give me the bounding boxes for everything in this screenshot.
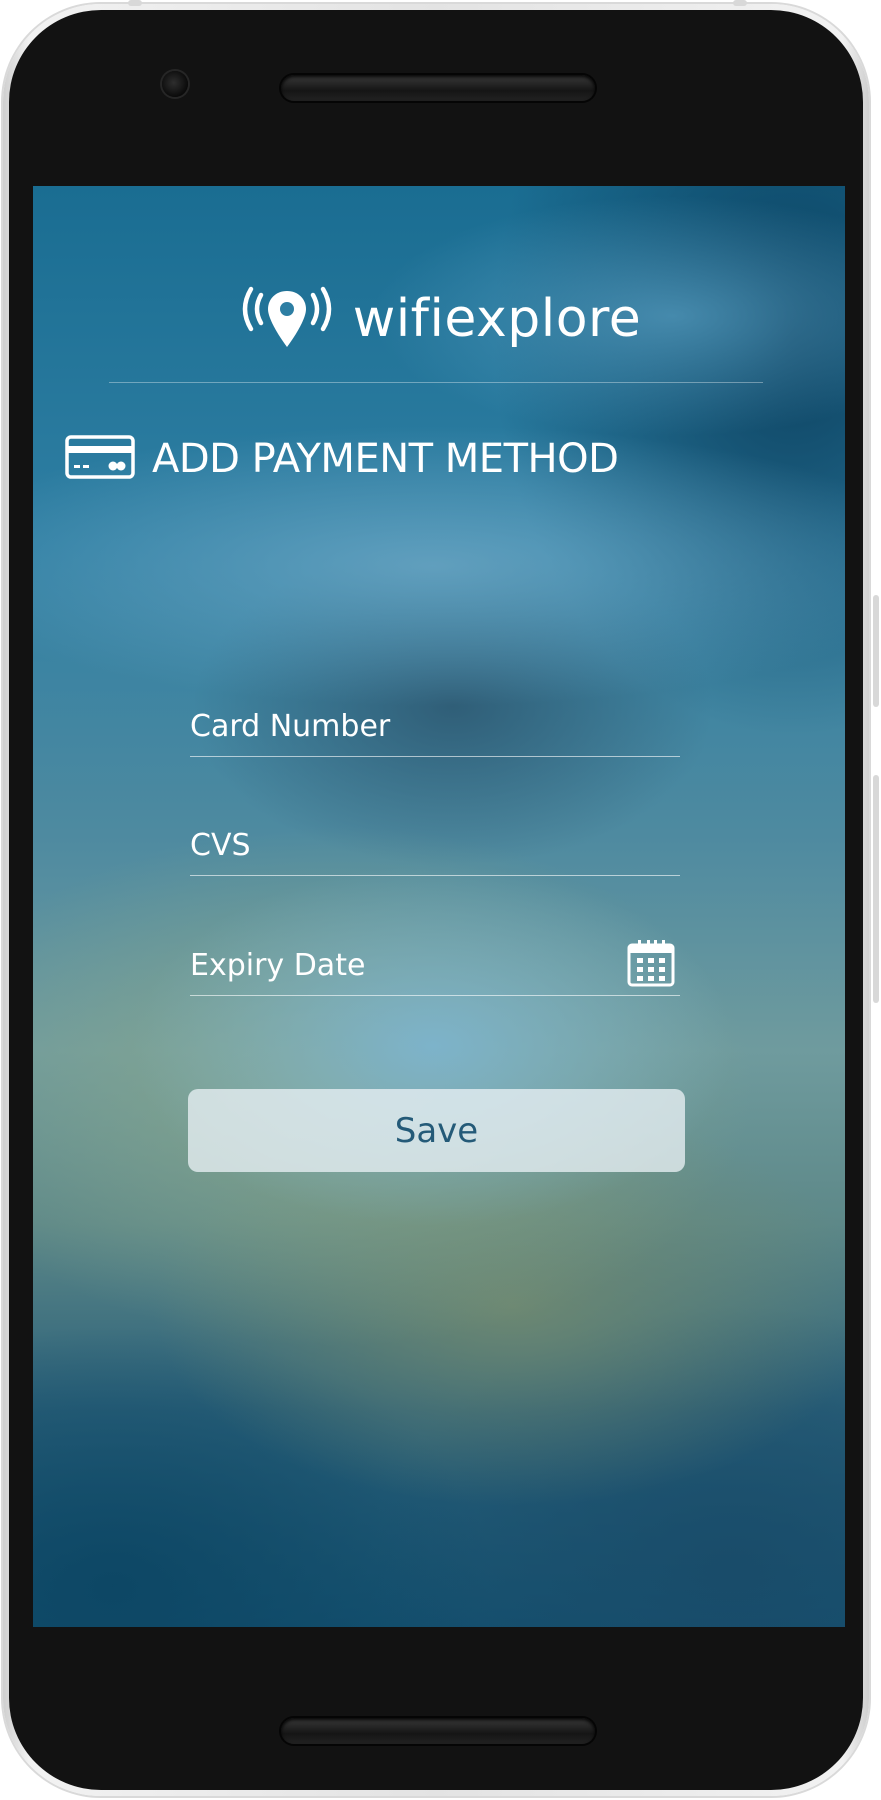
app-screen: wifiexplore ADD PAYMENT METHOD Card Numb… (33, 186, 845, 1627)
cvs-input[interactable] (190, 828, 610, 863)
phone-button-top-left (128, 0, 142, 6)
phone-volume-button (873, 595, 879, 707)
logo-divider (109, 382, 763, 383)
app-name: wifiexplore (352, 289, 642, 349)
calendar-icon[interactable] (626, 938, 676, 988)
save-button[interactable]: Save (188, 1089, 685, 1172)
top-speaker (281, 75, 595, 101)
bottom-speaker (281, 1718, 595, 1744)
expiry-date-input[interactable] (190, 948, 610, 983)
location-wifi-icon (237, 285, 337, 357)
credit-card-icon (65, 435, 135, 483)
card-number-field (190, 704, 680, 757)
card-number-input[interactable] (190, 709, 610, 744)
page-header: ADD PAYMENT METHOD (65, 434, 619, 484)
front-camera (162, 71, 188, 97)
page-title: ADD PAYMENT METHOD (152, 436, 619, 482)
phone-power-button (873, 775, 879, 1003)
phone-button-top-right (733, 0, 747, 6)
cvs-field (190, 823, 680, 876)
app-logo: wifiexplore (33, 281, 845, 361)
expiry-date-field (190, 940, 680, 996)
